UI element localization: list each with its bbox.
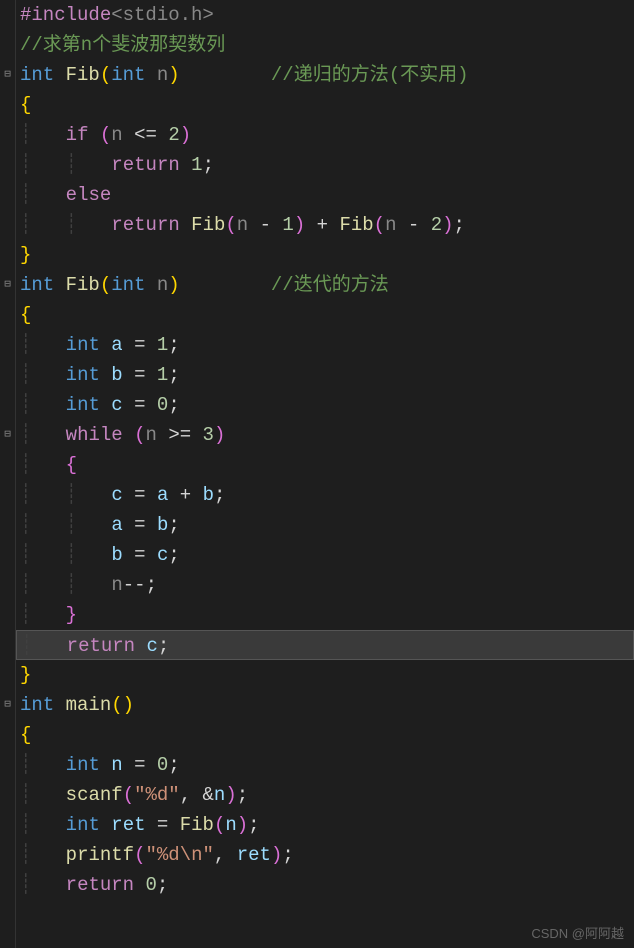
code-line[interactable]: ┊ return c; xyxy=(16,630,634,660)
code-line[interactable]: int Fib(int n) //迭代的方法 xyxy=(20,270,634,300)
code-line[interactable]: ┊ ┊ return 1; xyxy=(20,150,634,180)
gutter-cell xyxy=(0,570,15,600)
gutter-cell xyxy=(0,360,15,390)
code-line[interactable]: { xyxy=(20,90,634,120)
gutter-cell xyxy=(0,210,15,240)
code-line[interactable]: } xyxy=(20,660,634,690)
fold-toggle-icon[interactable]: ⊟ xyxy=(0,270,15,300)
gutter-cell xyxy=(0,780,15,810)
gutter-cell xyxy=(0,510,15,540)
code-line[interactable]: { xyxy=(20,720,634,750)
code-line[interactable]: ┊ ┊ c = a + b; xyxy=(20,480,634,510)
code-line[interactable]: ┊ int c = 0; xyxy=(20,390,634,420)
gutter-cell xyxy=(0,180,15,210)
code-line[interactable]: ┊ return 0; xyxy=(20,870,634,900)
gutter-cell xyxy=(0,540,15,570)
fold-toggle-icon[interactable]: ⊟ xyxy=(0,420,15,450)
gutter-cell xyxy=(0,450,15,480)
gutter-cell xyxy=(0,0,15,30)
gutter-cell xyxy=(0,390,15,420)
code-line[interactable]: ┊ while (n >= 3) xyxy=(20,420,634,450)
code-line[interactable]: { xyxy=(20,300,634,330)
gutter-cell xyxy=(0,600,15,630)
code-line[interactable]: //求第n个斐波那契数列 xyxy=(20,30,634,60)
code-line[interactable]: ┊ ┊ n--; xyxy=(20,570,634,600)
code-line[interactable]: int Fib(int n) //递归的方法(不实用) xyxy=(20,60,634,90)
fold-toggle-icon[interactable]: ⊟ xyxy=(0,60,15,90)
code-line[interactable]: ┊ ┊ a = b; xyxy=(20,510,634,540)
code-area[interactable]: #include<stdio.h>//求第n个斐波那契数列int Fib(int… xyxy=(16,0,634,948)
code-editor[interactable]: ⊟⊟⊟⊟ #include<stdio.h>//求第n个斐波那契数列int Fi… xyxy=(0,0,634,948)
code-line[interactable]: ┊ if (n <= 2) xyxy=(20,120,634,150)
code-line[interactable]: ┊ ┊ return Fib(n - 1) + Fib(n - 2); xyxy=(20,210,634,240)
gutter-cell xyxy=(0,660,15,690)
fold-toggle-icon[interactable]: ⊟ xyxy=(0,690,15,720)
gutter-cell xyxy=(0,150,15,180)
gutter-cell xyxy=(0,120,15,150)
watermark: CSDN @阿阿越 xyxy=(531,923,624,942)
code-line[interactable]: int main() xyxy=(20,690,634,720)
gutter-cell xyxy=(0,870,15,900)
code-line[interactable]: ┊ printf("%d\n", ret); xyxy=(20,840,634,870)
gutter-cell xyxy=(0,720,15,750)
gutter-cell xyxy=(0,840,15,870)
gutter-cell xyxy=(0,810,15,840)
gutter-cell xyxy=(0,630,15,660)
code-line[interactable]: ┊ ┊ b = c; xyxy=(20,540,634,570)
gutter-cell xyxy=(0,750,15,780)
code-line[interactable]: ┊ } xyxy=(20,600,634,630)
code-line[interactable]: ┊ int a = 1; xyxy=(20,330,634,360)
gutter-cell xyxy=(0,300,15,330)
code-line[interactable]: ┊ scanf("%d", &n); xyxy=(20,780,634,810)
gutter-cell xyxy=(0,90,15,120)
code-line[interactable]: ┊ int b = 1; xyxy=(20,360,634,390)
code-line[interactable]: ┊ { xyxy=(20,450,634,480)
gutter-cell xyxy=(0,240,15,270)
gutter-cell xyxy=(0,480,15,510)
code-line[interactable]: ┊ int ret = Fib(n); xyxy=(20,810,634,840)
fold-gutter: ⊟ ⊟ ⊟ ⊟ xyxy=(0,0,16,948)
gutter-cell xyxy=(0,330,15,360)
code-line[interactable]: } xyxy=(20,240,634,270)
code-line[interactable]: ┊ int n = 0; xyxy=(20,750,634,780)
code-line[interactable]: #include<stdio.h> xyxy=(20,0,634,30)
gutter-cell xyxy=(0,30,15,60)
code-line[interactable]: ┊ else xyxy=(20,180,634,210)
